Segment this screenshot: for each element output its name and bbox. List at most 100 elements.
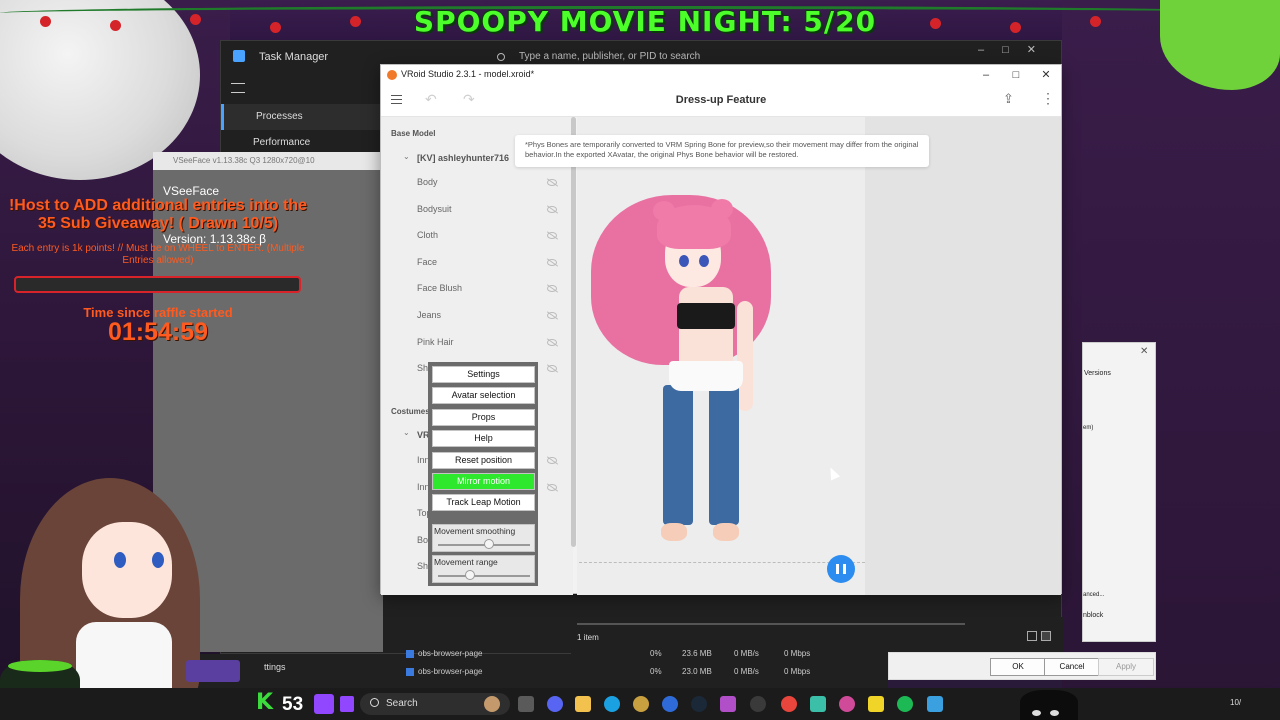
layer-item-jeans[interactable]: Jeans	[417, 310, 557, 324]
versions-tab[interactable]: Versions	[1084, 370, 1111, 377]
task-view-icon[interactable]	[518, 696, 534, 712]
giveaway-progress-bar	[14, 276, 301, 293]
nav-processes[interactable]: Processes	[221, 104, 381, 130]
giveaway-subtitle: Each entry is 1k points! // Must be on W…	[11, 243, 305, 266]
phys-bone-notice: *Phys Bones are temporarily converted to…	[515, 135, 929, 167]
app-icon[interactable]	[720, 696, 736, 712]
slider-handle[interactable]	[483, 539, 494, 549]
layer-item-body[interactable]: Body	[417, 177, 557, 191]
slider-handle[interactable]	[465, 570, 476, 580]
vroid-header: ↶ ↷ Dress-up Feature ⇪ ⋮	[381, 85, 1061, 117]
details-view-icon[interactable]	[1027, 631, 1037, 641]
chevron-down-icon[interactable]: ⌄	[403, 152, 410, 161]
vroid-icon[interactable]	[810, 696, 826, 712]
avatar-arm	[737, 301, 753, 411]
avatar-skirt	[669, 361, 743, 391]
settings-button[interactable]: Settings	[432, 366, 535, 383]
app-icon[interactable]	[839, 696, 855, 712]
vseeface-menu: Settings Avatar selection Props Help Res…	[428, 362, 538, 586]
advanced-button[interactable]: anced...	[1083, 592, 1104, 598]
task-manager-window-controls[interactable]: –□✕	[978, 43, 1054, 56]
chevron-down-icon[interactable]: ⌄	[403, 428, 410, 437]
twitch-badge	[186, 660, 240, 682]
avatar-bun	[711, 199, 733, 219]
scrollbar[interactable]	[571, 117, 576, 547]
layer-item-cloth[interactable]: Cloth	[417, 230, 557, 244]
ornament-icon	[1090, 16, 1101, 27]
chrome-icon[interactable]	[781, 696, 797, 712]
movement-smoothing-slider[interactable]: Movement smoothing	[432, 524, 535, 552]
stream-banner-title: SPOOPY MOVIE NIGHT: 5/20	[413, 5, 877, 38]
layer-label: Pink Hair	[417, 337, 454, 347]
discord-icon[interactable]	[547, 696, 563, 712]
spotify-icon[interactable]	[897, 696, 913, 712]
reset-position-button[interactable]: Reset position	[432, 452, 535, 469]
track-leap-motion-button[interactable]: Track Leap Motion	[432, 494, 535, 511]
unblock-checkbox-label[interactable]: nblock	[1083, 612, 1103, 619]
ok-button[interactable]: OK	[990, 658, 1046, 676]
task-manager-taskbar-icon[interactable]	[927, 696, 943, 712]
visibility-off-icon[interactable]	[547, 312, 557, 319]
mirror-motion-toggle[interactable]: Mirror motion	[432, 473, 535, 490]
visibility-off-icon[interactable]	[547, 206, 557, 213]
layer-label: Cloth	[417, 230, 439, 240]
taskbar-date: 10/	[1230, 698, 1242, 707]
ornament-icon	[190, 14, 201, 25]
visibility-off-icon[interactable]	[547, 259, 557, 266]
layer-item-face[interactable]: Face	[417, 257, 557, 271]
file-explorer-icon[interactable]	[575, 696, 591, 712]
visibility-off-icon[interactable]	[547, 339, 557, 346]
pause-button[interactable]	[827, 555, 855, 583]
avatar-eye	[679, 255, 689, 267]
maximize-button[interactable]: □	[1001, 67, 1031, 83]
scrollbar[interactable]	[577, 623, 965, 625]
avatar-selection-button[interactable]: Avatar selection	[432, 387, 535, 404]
cat-eye	[1050, 710, 1059, 716]
minimize-button[interactable]: –	[971, 67, 1001, 83]
viewport-background	[865, 117, 1061, 595]
black-cat-decoration	[1020, 690, 1078, 720]
cancel-button[interactable]: Cancel	[1044, 658, 1100, 676]
help-button[interactable]: Help	[432, 430, 535, 447]
props-button[interactable]: Props	[432, 409, 535, 426]
close-button[interactable]: ✕	[1031, 67, 1061, 83]
app-icon[interactable]	[868, 696, 884, 712]
streamer-avatar-eye	[152, 552, 164, 568]
process-disk: 0 MB/s	[734, 649, 759, 658]
twitch-icon[interactable]	[314, 694, 334, 714]
layer-item-bodysuit[interactable]: Bodysuit	[417, 204, 557, 218]
slider-track	[438, 575, 530, 577]
close-icon[interactable]: ✕	[1140, 346, 1148, 357]
vseeface-name: VSeeFace	[163, 184, 220, 198]
movement-smoothing-label: Movement smoothing	[434, 526, 516, 536]
visibility-off-icon[interactable]	[547, 179, 557, 186]
edge-icon[interactable]	[604, 696, 620, 712]
ornament-icon	[350, 16, 361, 27]
app-icon[interactable]	[662, 696, 678, 712]
avatar-leg	[663, 385, 693, 525]
more-options-icon[interactable]: ⋮	[1041, 90, 1055, 107]
twitch-icon[interactable]	[340, 696, 354, 712]
movement-range-slider[interactable]: Movement range	[432, 555, 535, 583]
steam-icon[interactable]	[691, 696, 707, 712]
nav-performance-label: Performance	[253, 137, 311, 148]
feature-title: Dress-up Feature	[675, 94, 767, 106]
visibility-off-icon[interactable]	[547, 285, 557, 292]
game-launcher-icon[interactable]	[633, 696, 649, 712]
apply-button[interactable]: Apply	[1098, 658, 1154, 676]
cat-eye	[1032, 710, 1041, 716]
process-cpu: 0%	[650, 667, 662, 676]
hamburger-menu-icon[interactable]	[231, 83, 245, 93]
share-icon[interactable]: ⇪	[1003, 91, 1014, 107]
layer-item-pink-hair[interactable]: Pink Hair	[417, 337, 557, 351]
process-network: 0 Mbps	[784, 649, 811, 658]
obs-icon[interactable]	[750, 696, 766, 712]
visibility-off-icon[interactable]	[547, 232, 557, 239]
visibility-off-icon[interactable]	[547, 365, 557, 372]
layer-item-face-blush[interactable]: Face Blush	[417, 283, 557, 297]
grid-view-icon[interactable]	[1041, 631, 1051, 641]
avatar-name[interactable]: [KV] ashleyhunter716	[417, 153, 509, 163]
visibility-off-icon[interactable]	[547, 484, 557, 491]
process-name: obs-browser-page	[418, 667, 483, 676]
visibility-off-icon[interactable]	[547, 457, 557, 464]
